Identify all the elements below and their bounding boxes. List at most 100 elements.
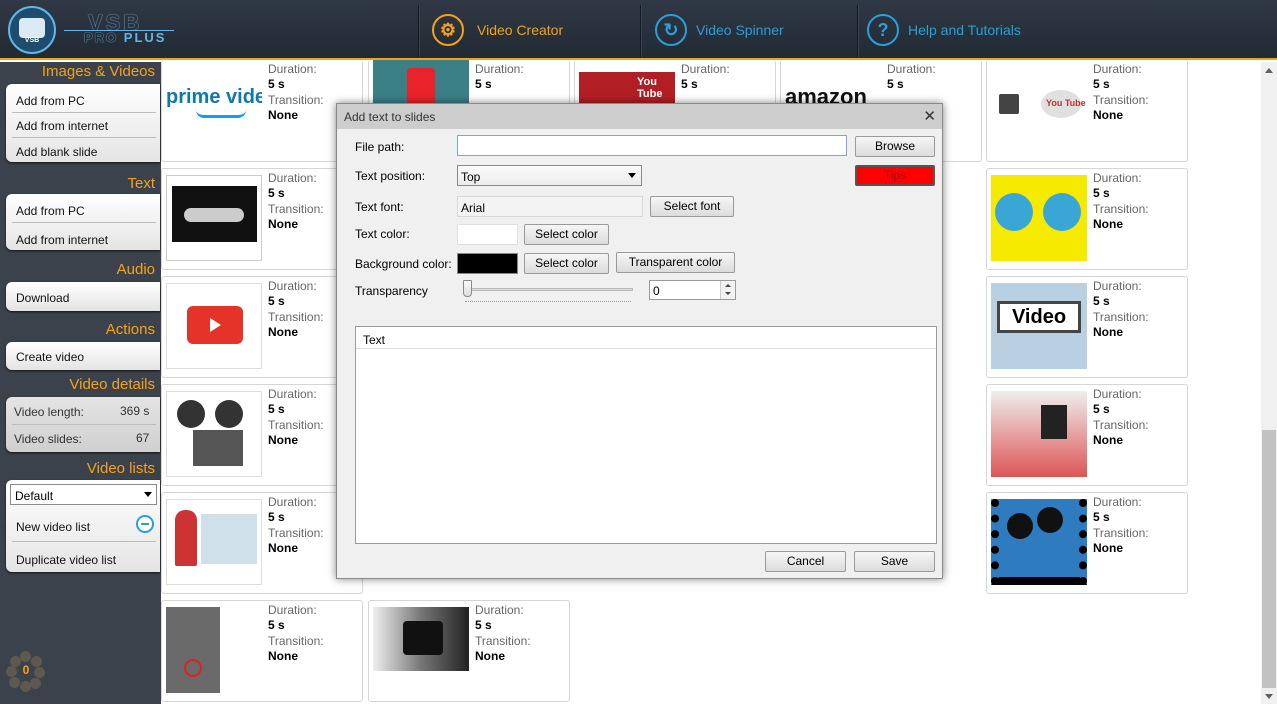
add-blank-slide-button[interactable]: Add blank slide [16, 145, 97, 159]
video-slides-value: 67 [136, 431, 150, 445]
transition-value: None [1093, 108, 1123, 122]
transparency-slider-track[interactable] [465, 288, 633, 291]
slide-tile[interactable]: Duration: 5 s Transition: None [161, 276, 363, 378]
tips-button[interactable]: Tips [855, 165, 935, 186]
scroll-down-icon[interactable] [1265, 694, 1273, 699]
text-position-label: Text position: [355, 169, 426, 183]
spin-up-icon[interactable] [725, 284, 731, 287]
slide-tile[interactable]: Duration: 5 s Transition: None [161, 492, 363, 594]
nav-separator [640, 5, 642, 57]
video-list-select[interactable]: Default [10, 484, 157, 505]
divider [12, 541, 156, 542]
road-sign: Video [997, 301, 1081, 333]
transition-value: None [268, 325, 298, 339]
transition-label: Transition: [1093, 526, 1149, 540]
slide-tile[interactable]: Duration: 5 s Transition: None [986, 492, 1188, 594]
refresh-icon: ↻ [655, 14, 687, 46]
person-figure [175, 510, 197, 566]
cassette-window [184, 208, 244, 222]
slide-tile[interactable]: Video Duration: 5 s Transition: None [986, 276, 1188, 378]
duration-label: Duration: [1093, 62, 1142, 76]
transition-value: None [1093, 541, 1123, 555]
duplicate-video-list-button[interactable]: Duplicate video list [16, 553, 116, 567]
background-color-swatch [457, 253, 518, 274]
nav-separator [418, 5, 420, 57]
slide-thumbnail [166, 607, 220, 693]
spin-down-icon[interactable] [725, 292, 731, 295]
text-font-value: Arial [461, 201, 486, 215]
slide-tile[interactable]: Duration: 5 s Transition: None [161, 168, 363, 270]
section-title-actions: Actions [105, 321, 155, 338]
transition-label: Transition: [475, 634, 531, 648]
remove-list-icon[interactable] [136, 515, 154, 533]
scroll-up-icon[interactable] [1265, 68, 1273, 73]
close-icon[interactable]: ✕ [923, 107, 936, 125]
divider [12, 222, 156, 223]
slide-tile[interactable]: prime video Duration: 5 s Transition: No… [161, 60, 363, 162]
create-video-button[interactable]: Create video [16, 350, 84, 364]
transition-label: Transition: [1093, 418, 1149, 432]
duration-value: 5 s [1093, 77, 1110, 91]
microphone-icon [999, 94, 1019, 114]
duration-value: 5 s [268, 402, 285, 416]
add-image-from-pc-button[interactable]: Add from PC [16, 94, 85, 108]
slide-tile[interactable]: Duration: 5 s Transition: None [986, 168, 1188, 270]
slide-tile[interactable]: Duration: 5 s Transition: None [161, 600, 363, 702]
slide-thumbnail [166, 175, 262, 261]
transition-value: None [268, 433, 298, 447]
slide-thumbnail: You Tube [991, 66, 1087, 152]
divider [12, 137, 156, 138]
transition-value: None [268, 108, 298, 122]
browse-button[interactable]: Browse [855, 136, 935, 157]
duration-value: 5 s [268, 510, 285, 524]
text-font-label: Text font: [355, 200, 404, 214]
file-path-input[interactable] [457, 135, 847, 156]
slide-thumbnail [166, 499, 262, 585]
save-button[interactable]: Save [854, 551, 935, 572]
avatar [995, 193, 1033, 231]
transparent-color-button[interactable]: Transparent color [616, 252, 735, 273]
select-font-button[interactable]: Select font [650, 196, 734, 217]
spinner-dot [20, 651, 31, 662]
thumbnail-logo: prime video [166, 86, 262, 108]
panel-video-lists-actions: New video list Duplicate video list [6, 508, 160, 572]
add-text-from-internet-button[interactable]: Add from internet [16, 233, 108, 247]
text-position-select[interactable]: Top [457, 165, 642, 186]
video-slides-label: Video slides: [14, 432, 82, 446]
camera-icon [1041, 405, 1067, 439]
transition-label: Transition: [268, 418, 324, 432]
vertical-scrollbar[interactable] [1261, 62, 1277, 704]
add-text-from-pc-button[interactable]: Add from PC [16, 204, 85, 218]
download-audio-button[interactable]: Download [16, 291, 69, 305]
duration-value: 5 s [681, 77, 698, 91]
slide-tile[interactable]: Duration: 5 s Transition: None [986, 384, 1188, 486]
duration-label: Duration: [268, 279, 317, 293]
dialog-title: Add text to slides [344, 110, 436, 124]
nav-video-spinner-label: Video Spinner [696, 22, 784, 38]
spin-buttons[interactable] [720, 281, 735, 299]
nav-separator [857, 5, 859, 57]
section-title-text: Text [127, 175, 155, 192]
cancel-button[interactable]: Cancel [765, 551, 846, 572]
select-text-color-button[interactable]: Select color [524, 224, 609, 245]
background-color-label: Background color: [355, 257, 452, 271]
transition-label: Transition: [1093, 310, 1149, 324]
select-background-color-button[interactable]: Select color [524, 253, 609, 274]
add-image-from-internet-button[interactable]: Add from internet [16, 119, 108, 133]
duration-value: 5 s [1093, 186, 1110, 200]
slide-thumbnail [991, 391, 1087, 477]
transparency-spinbox[interactable]: 0 [649, 280, 736, 300]
new-video-list-button[interactable]: New video list [16, 520, 90, 534]
sidebar: Images & Videos Add from PC Add from int… [0, 62, 161, 704]
transparency-slider-thumb[interactable] [463, 280, 472, 297]
scrollbar-thumb[interactable] [1262, 430, 1276, 688]
slide-tile[interactable]: Duration: 5 s Transition: None [161, 384, 363, 486]
text-list[interactable]: Text [355, 326, 937, 544]
gear-icon: ⚙ [432, 14, 464, 46]
film-reel-icon [1037, 507, 1063, 533]
spinner-dot [30, 678, 41, 689]
slide-tile[interactable]: You Tube Duration: 5 s Transition: None [986, 60, 1188, 162]
slide-tile[interactable]: Duration: 5 s Transition: None [368, 600, 570, 702]
section-title-video-lists: Video lists [86, 460, 155, 477]
transition-value: None [268, 217, 298, 231]
